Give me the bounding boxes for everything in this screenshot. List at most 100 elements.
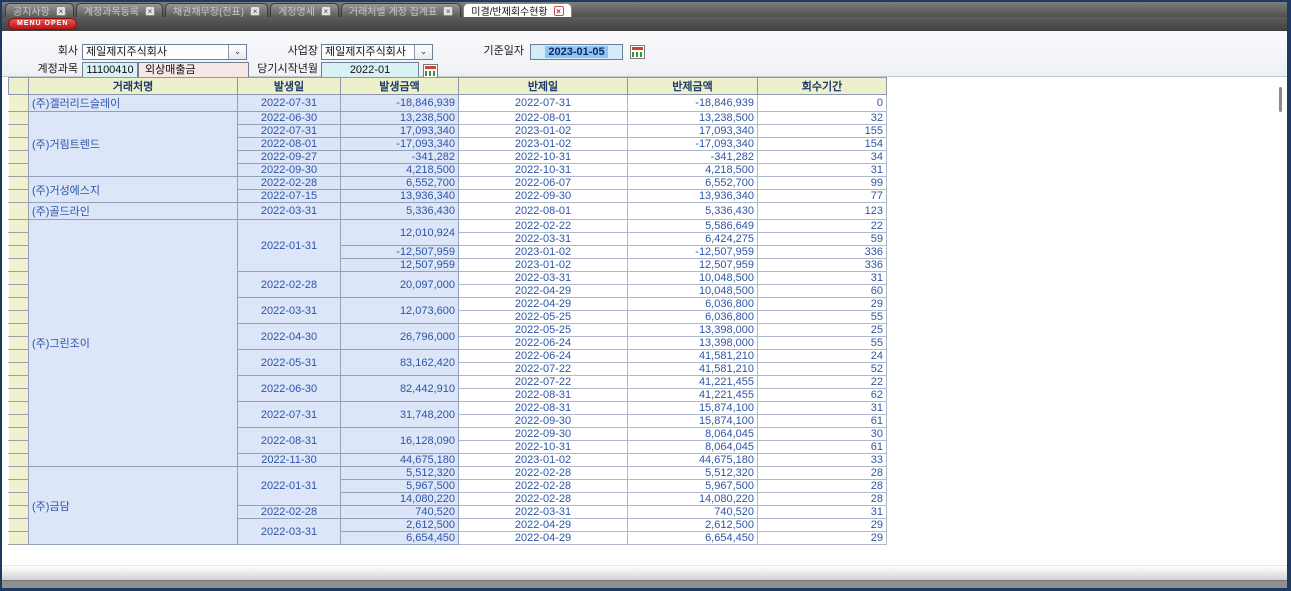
occur-amount-cell[interactable]: 12,507,959 [341, 259, 459, 272]
settle-amount-cell[interactable]: 740,520 [628, 506, 758, 519]
settle-date-cell[interactable]: 2022-09-30 [459, 415, 628, 428]
settle-amount-cell[interactable]: 10,048,500 [628, 272, 758, 285]
occur-amount-cell[interactable]: 2,612,500 [341, 519, 459, 532]
tab-close-icon[interactable]: × [145, 6, 155, 16]
tab-close-icon[interactable]: × [321, 6, 331, 16]
account-code-input[interactable]: 11100410 [82, 62, 138, 78]
collect-days-cell[interactable]: 61 [758, 441, 887, 454]
settle-date-cell[interactable]: 2022-04-29 [459, 298, 628, 311]
settle-date-cell[interactable]: 2022-04-29 [459, 532, 628, 545]
collect-days-cell[interactable]: 59 [758, 233, 887, 246]
settle-date-cell[interactable]: 2022-06-24 [459, 337, 628, 350]
row-indicator[interactable] [9, 272, 29, 285]
settle-date-cell[interactable]: 2023-01-02 [459, 138, 628, 151]
settle-amount-cell[interactable]: 5,336,430 [628, 203, 758, 220]
settle-amount-cell[interactable]: 41,581,210 [628, 350, 758, 363]
settle-amount-cell[interactable]: -18,846,939 [628, 95, 758, 112]
occur-amount-cell[interactable]: -341,282 [341, 151, 459, 164]
occur-amount-cell[interactable]: 5,336,430 [341, 203, 459, 220]
occur-date-cell[interactable]: 2022-03-31 [238, 298, 341, 324]
base-date-input[interactable]: 2023-01-05 [530, 44, 623, 60]
settle-amount-cell[interactable]: 13,398,000 [628, 337, 758, 350]
settle-date-cell[interactable]: 2022-10-31 [459, 441, 628, 454]
settle-date-cell[interactable]: 2022-06-07 [459, 177, 628, 190]
row-indicator[interactable] [9, 285, 29, 298]
occur-date-cell[interactable]: 2022-11-30 [238, 454, 341, 467]
collect-days-cell[interactable]: 33 [758, 454, 887, 467]
settle-amount-cell[interactable]: 6,036,800 [628, 311, 758, 324]
tab-open-settlement-status[interactable]: 미결/반제회수현황 × [463, 3, 571, 17]
settle-date-cell[interactable]: 2022-03-31 [459, 233, 628, 246]
occur-amount-cell[interactable]: 26,796,000 [341, 324, 459, 350]
row-indicator[interactable] [9, 415, 29, 428]
start-month-input[interactable]: 2022-01 [321, 62, 419, 78]
collect-days-cell[interactable]: 29 [758, 298, 887, 311]
collect-days-cell[interactable]: 32 [758, 112, 887, 125]
occur-date-cell[interactable]: 2022-03-31 [238, 519, 341, 545]
settle-amount-cell[interactable]: 10,048,500 [628, 285, 758, 298]
occur-date-cell[interactable]: 2022-02-28 [238, 506, 341, 519]
customer-name-cell[interactable]: (주)거림트렌드 [29, 112, 238, 177]
settle-amount-cell[interactable]: 6,424,275 [628, 233, 758, 246]
collect-days-cell[interactable]: 55 [758, 311, 887, 324]
row-indicator[interactable] [9, 95, 29, 112]
row-indicator[interactable] [9, 324, 29, 337]
settle-amount-cell[interactable]: -17,093,340 [628, 138, 758, 151]
occur-amount-cell[interactable]: 12,073,600 [341, 298, 459, 324]
chevron-down-icon[interactable]: ⌄ [414, 45, 432, 59]
settle-date-cell[interactable]: 2022-02-28 [459, 480, 628, 493]
row-indicator[interactable] [9, 311, 29, 324]
row-indicator[interactable] [9, 164, 29, 177]
row-indicator[interactable] [9, 190, 29, 203]
settle-date-cell[interactable]: 2023-01-02 [459, 259, 628, 272]
row-indicator[interactable] [9, 298, 29, 311]
settle-date-cell[interactable]: 2022-09-30 [459, 428, 628, 441]
collect-days-cell[interactable]: 24 [758, 350, 887, 363]
customer-name-cell[interactable]: (주)금담 [29, 467, 238, 545]
occur-amount-cell[interactable]: 6,654,450 [341, 532, 459, 545]
collect-days-cell[interactable]: 29 [758, 532, 887, 545]
tab-close-icon[interactable]: × [443, 6, 453, 16]
settle-amount-cell[interactable]: 8,064,045 [628, 428, 758, 441]
collect-days-cell[interactable]: 155 [758, 125, 887, 138]
calendar-icon[interactable] [630, 45, 645, 59]
collect-days-cell[interactable]: 25 [758, 324, 887, 337]
occur-amount-cell[interactable]: 14,080,220 [341, 493, 459, 506]
settle-amount-cell[interactable]: -12,507,959 [628, 246, 758, 259]
settle-date-cell[interactable]: 2022-03-31 [459, 506, 628, 519]
settle-amount-cell[interactable]: 41,221,455 [628, 376, 758, 389]
tab-close-icon[interactable]: × [554, 6, 564, 16]
tab-receivable-ledger[interactable]: 채권채무장(전표) × [165, 3, 268, 17]
customer-name-cell[interactable]: (주)겔러리드슬레이 [29, 95, 238, 112]
settle-date-cell[interactable]: 2022-02-28 [459, 493, 628, 506]
tab-close-icon[interactable]: × [250, 6, 260, 16]
occur-date-cell[interactable]: 2022-08-31 [238, 428, 341, 454]
collect-days-cell[interactable]: 77 [758, 190, 887, 203]
occur-date-cell[interactable]: 2022-09-30 [238, 164, 341, 177]
settle-amount-cell[interactable]: 13,238,500 [628, 112, 758, 125]
row-indicator[interactable] [9, 506, 29, 519]
settle-amount-cell[interactable]: 15,874,100 [628, 415, 758, 428]
collect-days-cell[interactable]: 336 [758, 259, 887, 272]
collect-days-cell[interactable]: 34 [758, 151, 887, 164]
settle-date-cell[interactable]: 2022-04-29 [459, 285, 628, 298]
row-indicator[interactable] [9, 138, 29, 151]
collect-days-cell[interactable]: 60 [758, 285, 887, 298]
settle-date-cell[interactable]: 2022-05-25 [459, 311, 628, 324]
occur-date-cell[interactable]: 2022-02-28 [238, 177, 341, 190]
settle-amount-cell[interactable]: 2,612,500 [628, 519, 758, 532]
row-indicator[interactable] [9, 125, 29, 138]
occur-amount-cell[interactable]: -12,507,959 [341, 246, 459, 259]
collect-days-cell[interactable]: 22 [758, 220, 887, 233]
collect-days-cell[interactable]: 61 [758, 415, 887, 428]
row-indicator[interactable] [9, 246, 29, 259]
occur-date-cell[interactable]: 2022-01-31 [238, 467, 341, 506]
collect-days-cell[interactable]: 30 [758, 428, 887, 441]
collect-days-cell[interactable]: 336 [758, 246, 887, 259]
settle-amount-cell[interactable]: 13,936,340 [628, 190, 758, 203]
occur-amount-cell[interactable]: 6,552,700 [341, 177, 459, 190]
collect-days-cell[interactable]: 55 [758, 337, 887, 350]
settle-date-cell[interactable]: 2022-09-30 [459, 190, 628, 203]
row-indicator[interactable] [9, 532, 29, 545]
settle-date-cell[interactable]: 2022-07-22 [459, 363, 628, 376]
